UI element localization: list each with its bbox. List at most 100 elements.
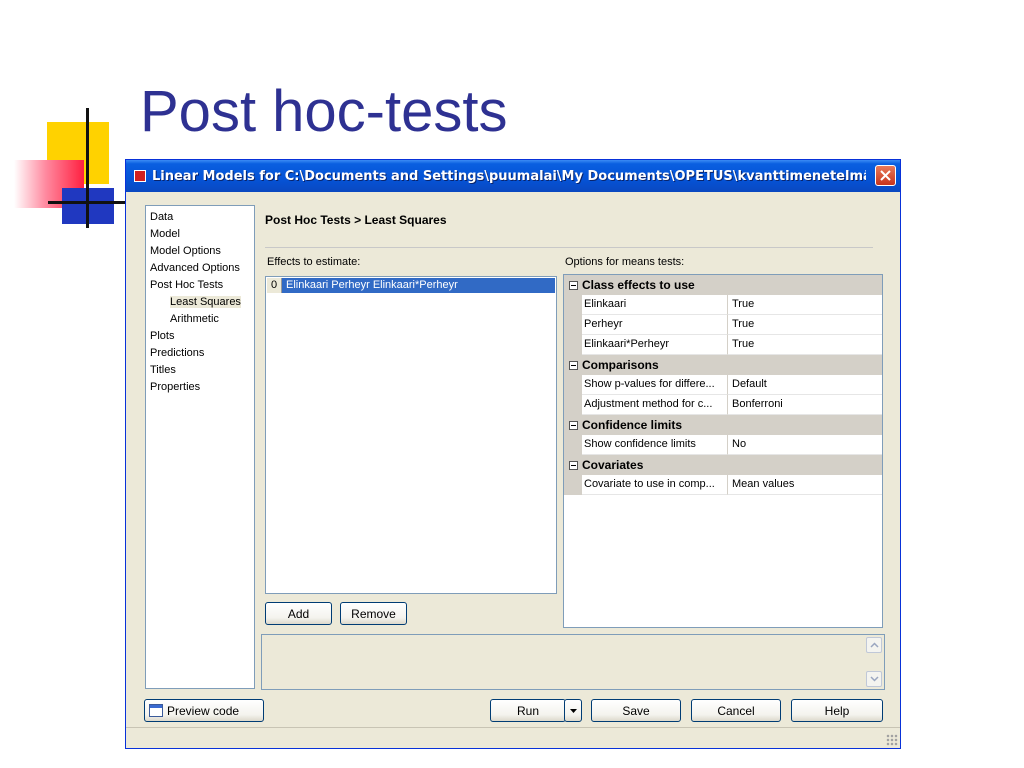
add-button[interactable]: Add (265, 602, 332, 625)
property-name: Perheyr (582, 315, 728, 335)
nav-item-label: Plots (150, 330, 175, 342)
grid-row[interactable]: Covariate to use in comp... Mean values (564, 475, 882, 495)
property-name: Covariate to use in comp... (582, 475, 728, 495)
collapse-toggle[interactable] (564, 275, 582, 295)
property-name: Adjustment method for c... (582, 395, 728, 415)
window-title: Linear Models for C:\Documents and Setti… (152, 168, 866, 184)
grid-gutter (564, 475, 582, 495)
nav-item-predictions[interactable]: Predictions (146, 345, 254, 362)
section-title: Post Hoc Tests > Least Squares (265, 213, 447, 227)
property-name: Show p-values for differe... (582, 375, 728, 395)
grid-row[interactable]: Perheyr True (564, 315, 882, 335)
grid-category[interactable]: Covariates (564, 455, 882, 475)
save-button[interactable]: Save (591, 699, 681, 722)
resize-grip-icon[interactable] (886, 734, 898, 746)
window-titlebar[interactable]: Linear Models for C:\Documents and Setti… (126, 160, 900, 192)
property-name: Elinkaari*Perheyr (582, 335, 728, 355)
run-dropdown-button[interactable] (564, 699, 582, 722)
nav-item-label: Model Options (150, 245, 221, 257)
grid-gutter (564, 315, 582, 335)
collapse-toggle[interactable] (564, 455, 582, 475)
decor-vertical-line (86, 108, 89, 228)
property-name: Show confidence limits (582, 435, 728, 455)
property-value[interactable]: Mean values (728, 475, 882, 495)
grid-gutter (564, 335, 582, 355)
category-name: Covariates (582, 458, 644, 472)
close-button[interactable] (875, 165, 896, 186)
list-item[interactable]: 0 Elinkaari Perheyr Elinkaari*Perheyr (267, 278, 555, 293)
nav-item-label: Data (150, 211, 174, 223)
grid-category[interactable]: Comparisons (564, 355, 882, 375)
grid-row[interactable]: Show confidence limits No (564, 435, 882, 455)
nav-item-advanced-options[interactable]: Advanced Options (146, 260, 254, 277)
category-name: Class effects to use (582, 278, 695, 292)
remove-button[interactable]: Remove (340, 602, 407, 625)
collapse-toggle[interactable] (564, 355, 582, 375)
close-icon (880, 170, 891, 181)
nav-item-data[interactable]: Data (146, 209, 254, 226)
grid-category[interactable]: Confidence limits (564, 415, 882, 435)
slide-title: Post hoc-tests (140, 79, 508, 144)
message-pane[interactable] (261, 634, 885, 690)
nav-item-label: Advanced Options (150, 262, 240, 274)
collapse-toggle[interactable] (564, 415, 582, 435)
nav-item-model-options[interactable]: Model Options (146, 243, 254, 260)
nav-item-titles[interactable]: Titles (146, 362, 254, 379)
nav-item-label: Least Squares (170, 296, 241, 308)
app-icon (134, 170, 146, 182)
nav-item-label: Titles (150, 364, 176, 376)
property-value[interactable]: True (728, 335, 882, 355)
nav-item-label: Model (150, 228, 180, 240)
scroll-down-button[interactable] (866, 671, 882, 687)
minus-icon (568, 360, 578, 370)
effect-text: Elinkaari Perheyr Elinkaari*Perheyr (286, 279, 458, 291)
minus-icon (568, 420, 578, 430)
nav-item-plots[interactable]: Plots (146, 328, 254, 345)
category-name: Confidence limits (582, 418, 683, 432)
minus-icon (568, 280, 578, 290)
property-value[interactable]: Bonferroni (728, 395, 882, 415)
nav-item-label: Post Hoc Tests (150, 279, 224, 291)
grid-gutter (564, 295, 582, 315)
category-name: Comparisons (582, 358, 659, 372)
nav-item-arithmetic[interactable]: Arithmetic (146, 311, 254, 328)
caret-down-icon (569, 708, 577, 713)
grid-row[interactable]: Elinkaari*Perheyr True (564, 335, 882, 355)
preview-icon (149, 704, 163, 717)
effects-list[interactable]: 0 Elinkaari Perheyr Elinkaari*Perheyr (265, 276, 557, 594)
scroll-up-button[interactable] (866, 637, 882, 653)
grid-gutter (564, 435, 582, 455)
status-bar (126, 727, 900, 748)
effect-index: 0 (267, 278, 282, 293)
chevron-down-icon (869, 676, 879, 682)
cancel-button[interactable]: Cancel (691, 699, 781, 722)
nav-item-post-hoc-tests[interactable]: Post Hoc Tests (146, 277, 254, 294)
nav-item-label: Properties (150, 381, 201, 393)
nav-item-model[interactable]: Model (146, 226, 254, 243)
property-value[interactable]: True (728, 295, 882, 315)
grid-row[interactable]: Elinkaari True (564, 295, 882, 315)
nav-tree: Data Model Model Options Advanced Option… (145, 205, 255, 689)
run-button[interactable]: Run (490, 699, 566, 722)
nav-item-properties[interactable]: Properties (146, 379, 254, 396)
grid-category[interactable]: Class effects to use (564, 275, 882, 295)
property-value[interactable]: True (728, 315, 882, 335)
nav-item-least-squares[interactable]: Least Squares (146, 294, 254, 311)
property-value[interactable]: Default (728, 375, 882, 395)
grid-gutter (564, 395, 582, 415)
preview-code-button[interactable]: Preview code (144, 699, 264, 722)
minus-icon (568, 460, 578, 470)
options-property-grid: Class effects to use Elinkaari True Perh… (563, 274, 883, 628)
chevron-up-icon (869, 642, 879, 648)
options-label: Options for means tests: (565, 256, 685, 268)
section-divider (265, 247, 873, 248)
grid-row[interactable]: Adjustment method for c... Bonferroni (564, 395, 882, 415)
help-button[interactable]: Help (791, 699, 883, 722)
property-name: Elinkaari (582, 295, 728, 315)
effects-label: Effects to estimate: (267, 256, 361, 268)
nav-item-label: Arithmetic (170, 313, 219, 325)
property-value[interactable]: No (728, 435, 882, 455)
grid-row[interactable]: Show p-values for differe... Default (564, 375, 882, 395)
linear-models-window: Linear Models for C:\Documents and Setti… (125, 159, 901, 749)
decor-horizontal-line (48, 201, 134, 204)
